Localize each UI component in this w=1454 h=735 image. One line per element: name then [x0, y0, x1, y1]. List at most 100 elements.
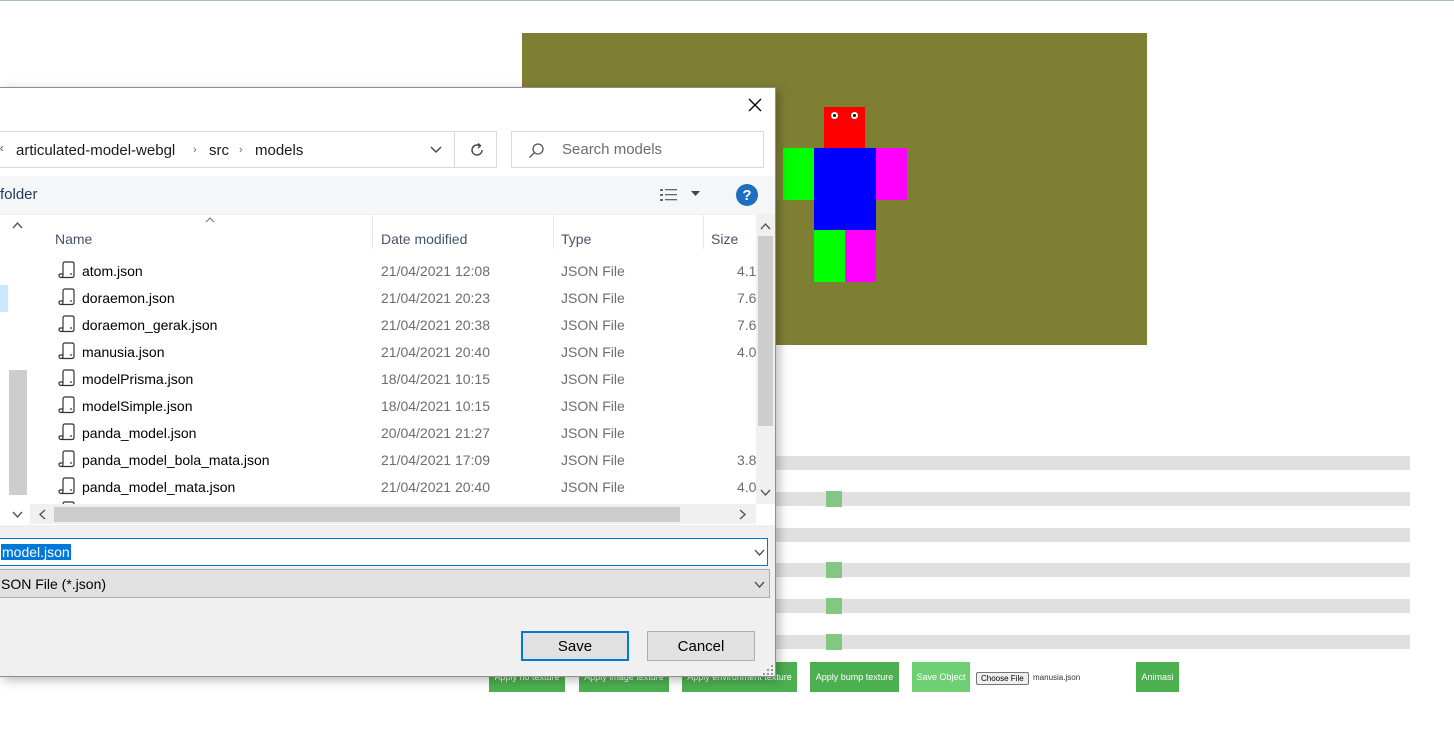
- file-type: JSON File: [561, 479, 625, 495]
- column-header-type[interactable]: Type: [561, 231, 591, 247]
- json-file-icon: [58, 477, 76, 495]
- file-type: JSON File: [561, 425, 625, 441]
- file-date: 21/04/2021 17:09: [381, 452, 490, 468]
- help-icon[interactable]: ?: [736, 184, 758, 206]
- file-size: 7.6: [737, 290, 757, 306]
- slider-track[interactable]: [776, 528, 1410, 542]
- nav-scrollbar-thumb[interactable]: [9, 370, 27, 495]
- scroll-up-icon[interactable]: [760, 222, 771, 230]
- file-row[interactable]: panda_model.json 20/04/2021 21:27 JSON Fil…: [30, 420, 760, 447]
- scroll-left-icon[interactable]: [38, 509, 46, 520]
- file-row[interactable]: modelSimple.json 18/04/2021 10:15 JSON Fil…: [30, 393, 760, 420]
- file-name-field[interactable]: model.json: [0, 538, 768, 566]
- cancel-button[interactable]: Cancel: [647, 631, 755, 661]
- view-options-icon[interactable]: [659, 187, 679, 203]
- file-size: 4.1: [737, 263, 757, 279]
- address-divider: [454, 132, 455, 167]
- scrollbar-thumb[interactable]: [758, 236, 773, 426]
- file-name: doraemon.json: [82, 290, 175, 306]
- file-date: 20/04/2021 21:27: [381, 425, 490, 441]
- column-header-name[interactable]: Name: [55, 231, 92, 247]
- file-size: 3.8: [737, 452, 757, 468]
- slider-track[interactable]: [776, 563, 1410, 577]
- animate-button[interactable]: Animasi: [1136, 662, 1179, 692]
- file-name: panda_model.json: [82, 425, 197, 441]
- file-date: 18/04/2021 10:15: [381, 371, 490, 387]
- refresh-icon[interactable]: [469, 142, 485, 158]
- column-header-date[interactable]: Date modified: [381, 231, 467, 247]
- slider-track[interactable]: [776, 492, 1410, 506]
- column-divider: [372, 215, 373, 249]
- file-row[interactable]: panda_model_bola_mata.json 21/04/2021 17:…: [30, 447, 760, 474]
- scrollbar-thumb[interactable]: [54, 507, 680, 522]
- file-name: modelPrisma.json: [82, 371, 194, 387]
- new-folder-button[interactable]: folder: [0, 186, 38, 203]
- file-date: 21/04/2021 20:38: [381, 317, 490, 333]
- chevron-right-icon: ›: [239, 144, 243, 156]
- close-icon[interactable]: [748, 98, 762, 112]
- apply-bump-texture-button[interactable]: Apply bump texture: [810, 662, 899, 692]
- navigation-pane[interactable]: [0, 215, 30, 525]
- chevron-down-icon[interactable]: [754, 549, 765, 556]
- scroll-right-icon[interactable]: [739, 509, 747, 520]
- search-input[interactable]: Search models: [562, 141, 662, 158]
- json-file-icon: [58, 450, 76, 468]
- json-file-icon: [58, 423, 76, 441]
- chosen-file-name: manusia.json: [1033, 673, 1081, 682]
- model-right-arm: [876, 148, 907, 200]
- slider-track[interactable]: [776, 456, 1410, 470]
- breadcrumb-item[interactable]: articulated-model-webgl: [16, 142, 175, 159]
- search-icon: [529, 143, 544, 158]
- file-name-value[interactable]: model.json: [1, 544, 71, 560]
- slider-track[interactable]: [776, 635, 1410, 649]
- save-file-dialog: « articulated-model-webgl › src › models…: [0, 87, 776, 677]
- slider-thumb[interactable]: [826, 491, 842, 507]
- slider-track[interactable]: [776, 599, 1410, 613]
- save-object-button[interactable]: Save Object: [912, 662, 970, 692]
- column-header-size[interactable]: Size: [711, 231, 738, 247]
- slider-thumb[interactable]: [826, 634, 842, 650]
- json-file-icon: [58, 342, 76, 360]
- file-row[interactable]: atom.json 21/04/2021 12:08 JSON File 4.1: [30, 258, 760, 285]
- slider-thumb[interactable]: [826, 562, 842, 578]
- breadcrumb-overflow[interactable]: «: [0, 141, 4, 155]
- file-row[interactable]: panda_model_mata.json 21/04/2021 20:40 JSO…: [30, 474, 760, 501]
- sort-up-icon: [205, 217, 215, 223]
- column-divider: [553, 215, 554, 249]
- scroll-up-icon[interactable]: [12, 221, 23, 229]
- file-type: JSON File: [561, 371, 625, 387]
- chevron-down-icon[interactable]: [430, 146, 442, 154]
- address-bar[interactable]: « articulated-model-webgl › src › models: [0, 131, 497, 168]
- file-row[interactable]: manusia.json 21/04/2021 20:40 JSON File 4.0: [30, 339, 760, 366]
- breadcrumb-item[interactable]: src: [209, 142, 229, 159]
- file-type-select[interactable]: SON File (*.json): [0, 569, 770, 598]
- model-head: [824, 107, 865, 148]
- file-row[interactable]: doraemon_gerak.json 21/04/2021 20:38 JSON …: [30, 312, 760, 339]
- chevron-down-icon[interactable]: [754, 581, 765, 588]
- choose-file-button[interactable]: Choose File: [976, 672, 1029, 685]
- file-type: JSON File: [561, 290, 625, 306]
- nav-selected-marker: [0, 285, 8, 312]
- json-file-icon: [58, 315, 76, 333]
- breadcrumb-item[interactable]: models: [255, 142, 303, 159]
- file-list[interactable]: Name Date modified Type Size atom.json 21…: [30, 215, 775, 525]
- vertical-scrollbar[interactable]: [756, 215, 775, 504]
- file-name: manusia.json: [82, 344, 165, 360]
- search-box[interactable]: Search models: [511, 131, 764, 168]
- resize-grip-icon[interactable]: [762, 664, 774, 676]
- file-size: 4.0: [737, 479, 757, 495]
- file-date: 21/04/2021 20:23: [381, 290, 490, 306]
- json-file-icon: [58, 288, 76, 306]
- horizontal-scrollbar[interactable]: [30, 504, 756, 524]
- scroll-down-icon[interactable]: [12, 511, 23, 519]
- json-file-icon: [58, 261, 76, 279]
- slider-thumb[interactable]: [826, 598, 842, 614]
- json-file-icon: [58, 369, 76, 387]
- dropdown-arrow-icon[interactable]: [691, 191, 700, 197]
- scroll-down-icon[interactable]: [760, 489, 771, 497]
- model-left-arm: [783, 148, 814, 200]
- file-row[interactable]: modelPrisma.json 18/04/2021 10:15 JSON Fil…: [30, 366, 760, 393]
- file-row[interactable]: doraemon.json 21/04/2021 20:23 JSON File 7.…: [30, 285, 760, 312]
- save-button[interactable]: Save: [521, 631, 629, 661]
- file-name: modelSimple.json: [82, 398, 193, 414]
